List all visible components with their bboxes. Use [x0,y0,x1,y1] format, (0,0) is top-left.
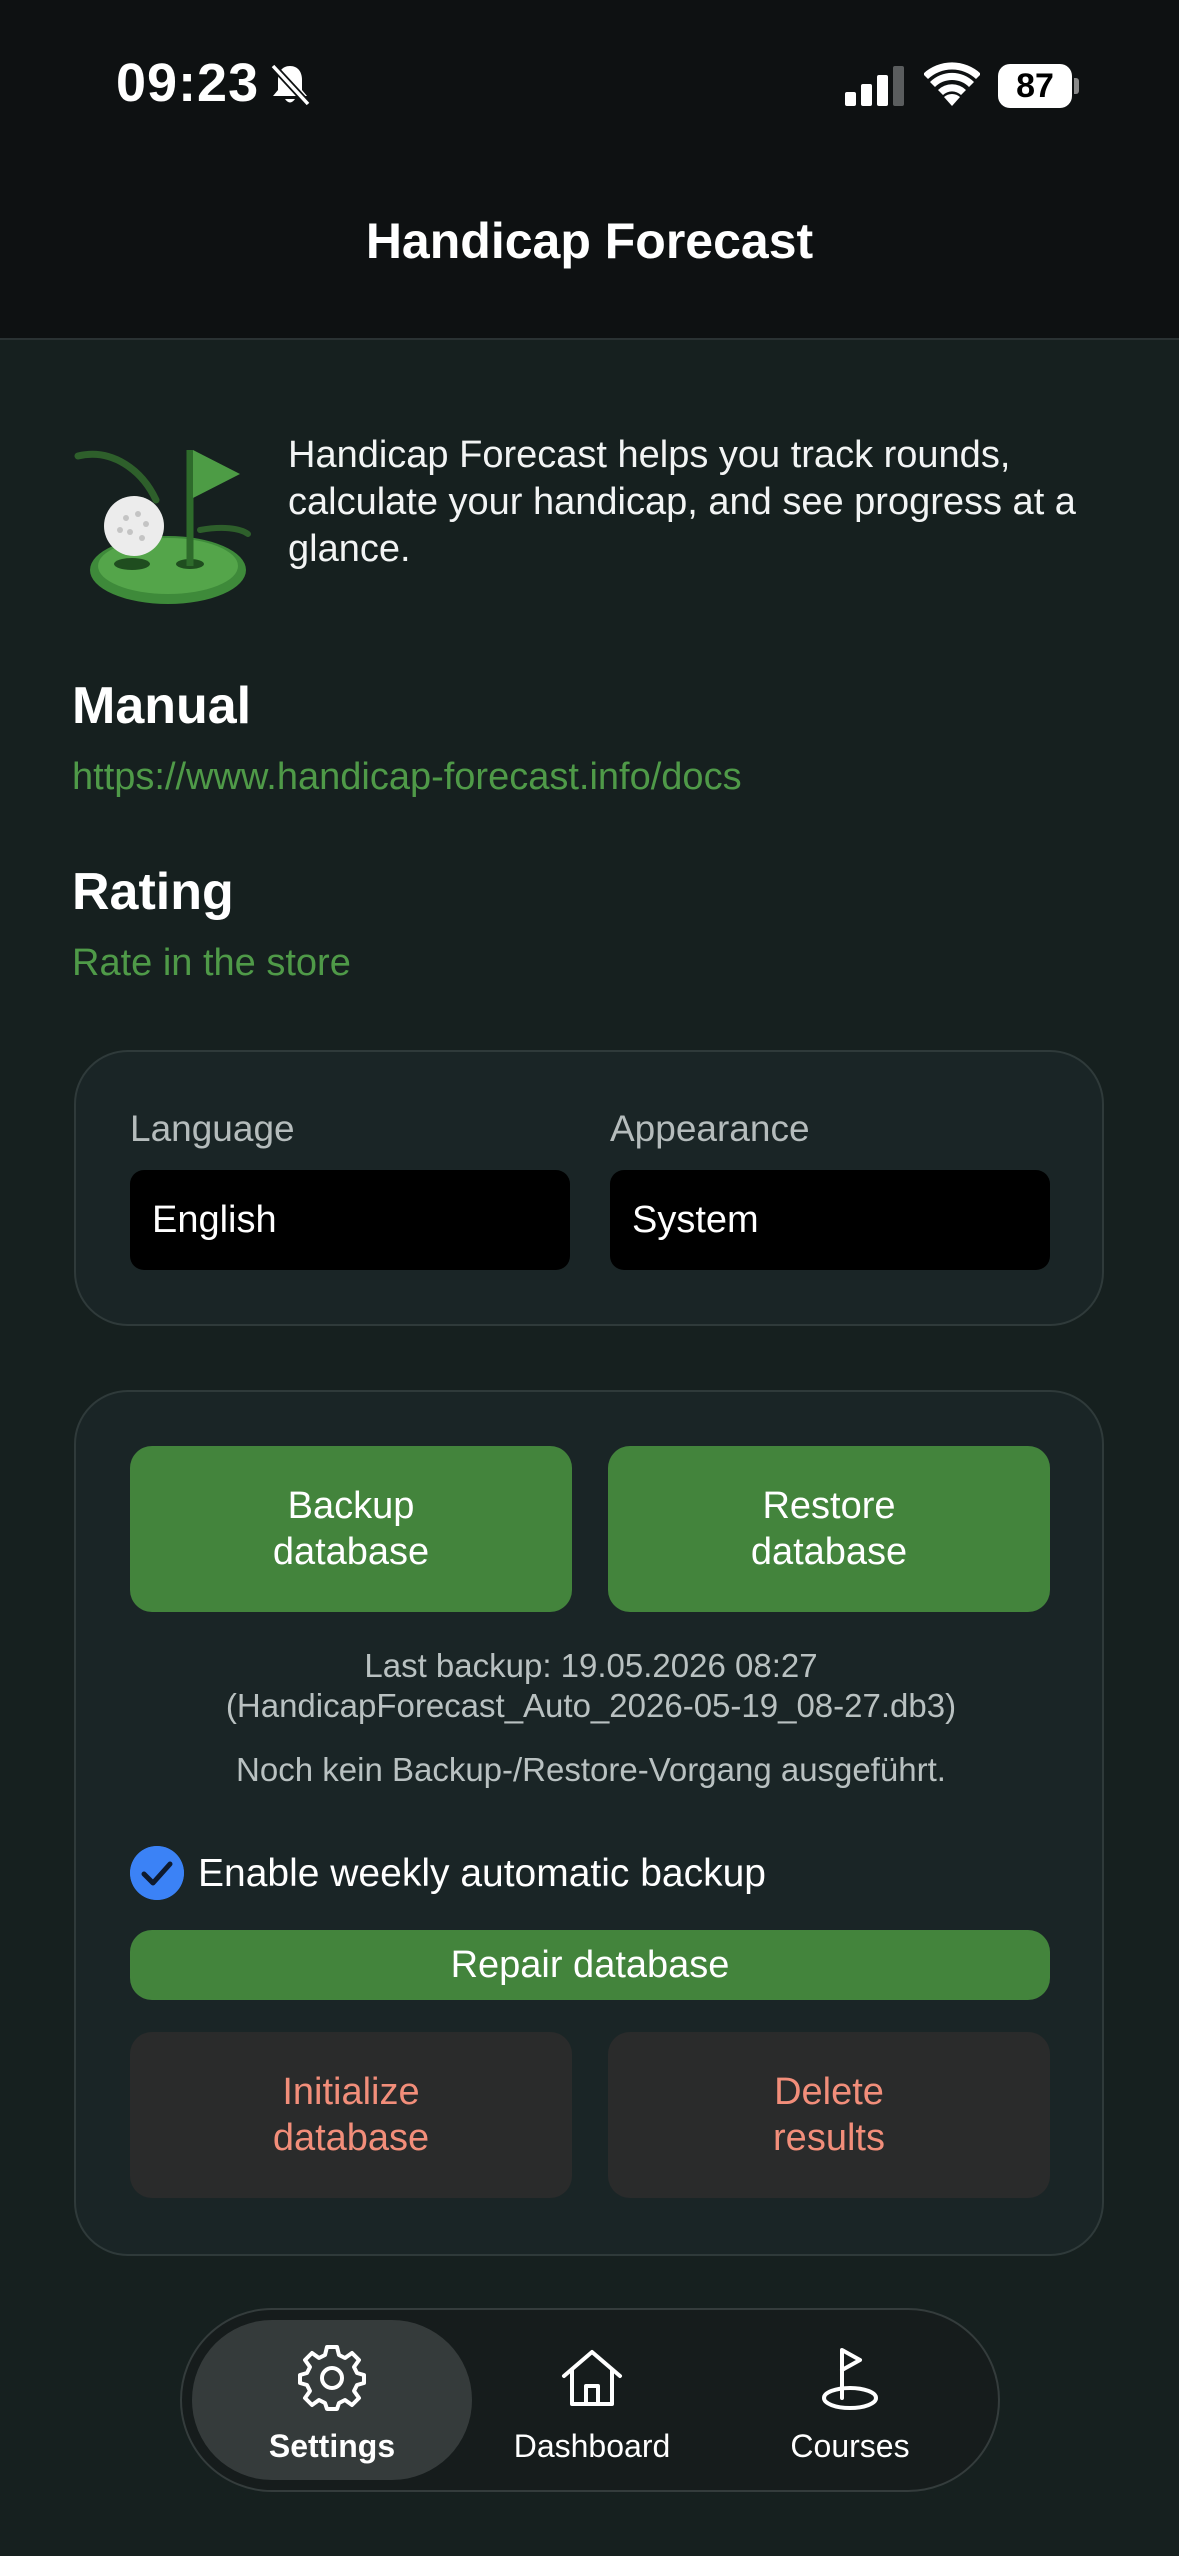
last-backup-info: Last backup: 19.05.2026 08:27 (HandicapF… [76,1646,1106,1726]
appearance-label: Appearance [610,1108,810,1149]
tab-courses[interactable]: Courses [710,2320,990,2480]
restore-label-line-1: Restore [762,1485,896,1527]
manual-heading: Manual [72,677,252,735]
battery-indicator: 87 [998,64,1080,108]
delete-results-button[interactable]: Delete results [608,2032,1050,2198]
backup-database-button[interactable]: Backup database [130,1446,572,1612]
preferences-card: Language English Appearance System [74,1050,1104,1326]
intro-text: Handicap Forecast helps you track rounds… [288,434,1076,570]
manual-link[interactable]: https://www.handicap-forecast.info/docs [72,756,742,799]
backup-status-text: Noch kein Backup-/Restore-Vorgang ausgef… [236,1751,946,1788]
battery-cap [1074,78,1079,94]
last-backup-date: Last backup: 19.05.2026 08:27 [364,1647,818,1684]
status-bar: 09:23 87 [0,0,1179,170]
initialize-label-line-1: Initialize [282,2071,420,2113]
cellular-signal-icon [845,66,904,106]
weekly-backup-label[interactable]: Enable weekly automatic backup [198,1852,766,1896]
language-label: Language [130,1108,295,1149]
tab-courses-label: Courses [790,2428,910,2464]
backup-database-button-label: Backup database [273,1483,429,1575]
initialize-database-button[interactable]: Initialize database [130,2032,572,2198]
battery-level: 87 [998,64,1072,108]
language-select[interactable]: English [130,1170,570,1270]
initialize-database-button-label: Initialize database [273,2069,429,2161]
tab-dashboard-label: Dashboard [513,2428,671,2464]
bell-muted-icon [270,63,311,107]
tab-settings[interactable]: Settings [192,2320,472,2480]
last-backup-file: (HandicapForecast_Auto_2026-05-19_08-27.… [225,1687,957,1724]
database-card: Backup database Restore database Last back… [74,1390,1104,2256]
restore-database-button[interactable]: Restore database [608,1446,1050,1612]
restore-database-button-label: Restore database [751,1483,907,1575]
delete-label-line-2: results [773,2117,885,2159]
navigation-bar: Handicap Forecast [0,170,1179,340]
restore-label-line-2: database [750,1531,908,1573]
home-icon [562,2350,622,2406]
backup-label-line-2: database [272,1531,430,1573]
delete-label-line-1: Delete [774,2071,884,2113]
golf-logo-icon [74,450,251,604]
tab-settings-label: Settings [268,2428,396,2464]
page-title: Handicap Forecast [365,213,814,269]
tab-bar: Settings Dashboard Courses [180,2308,1000,2492]
appearance-select[interactable]: System [610,1170,1050,1270]
wifi-icon [924,62,980,106]
weekly-backup-checkbox[interactable] [130,1846,184,1900]
rating-heading: Rating [72,863,234,921]
repair-database-button[interactable]: Repair database [130,1930,1050,2000]
flag-icon [822,2348,878,2410]
status-time: 09:23 [116,53,260,113]
initialize-label-line-2: database [272,2117,430,2159]
gear-icon [298,2345,366,2411]
backup-label-line-1: Backup [287,1485,415,1527]
delete-results-button-label: Delete results [773,2069,885,2161]
rate-store-link[interactable]: Rate in the store [72,942,351,985]
tab-dashboard[interactable]: Dashboard [452,2320,732,2480]
